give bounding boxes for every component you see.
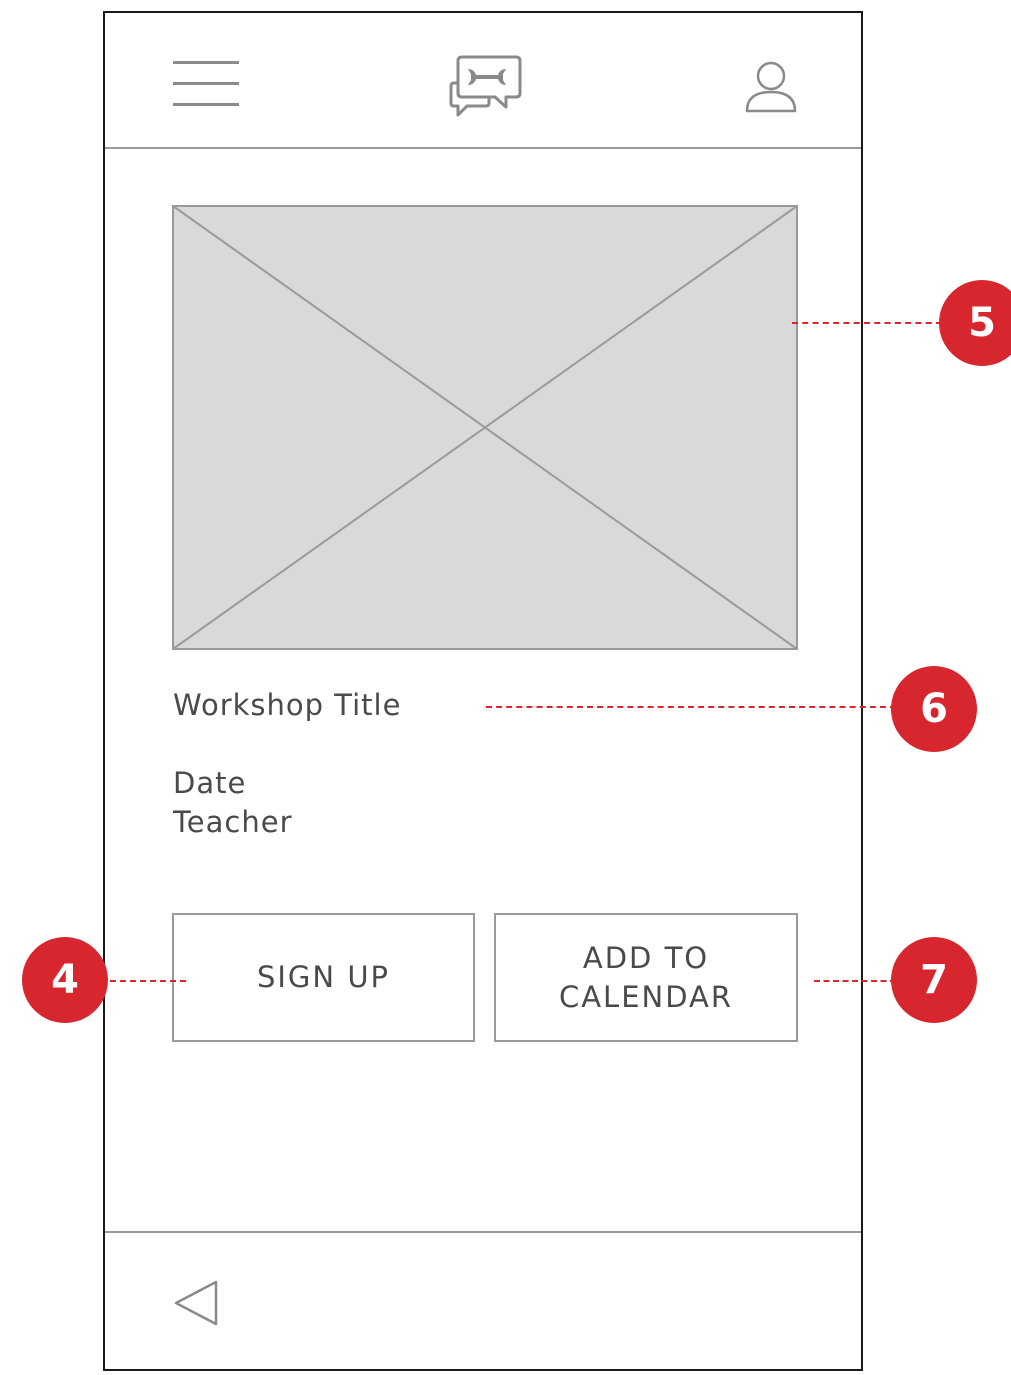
top-app-bar <box>105 13 861 149</box>
annotation-6-badge: 6 <box>891 666 977 752</box>
sign-up-button[interactable]: SIGN UP <box>172 913 475 1042</box>
hamburger-menu-icon[interactable] <box>173 61 239 109</box>
annotation-5-leader-line <box>792 322 942 324</box>
sign-up-button-label: SIGN UP <box>256 960 391 994</box>
user-profile-icon[interactable] <box>745 60 797 114</box>
workshop-teacher: Teacher <box>173 805 293 839</box>
phone-frame: Workshop Title Date Teacher SIGN UP ADD … <box>103 11 863 1371</box>
bottom-navigation-bar <box>105 1231 861 1375</box>
annotation-5-badge: 5 <box>939 280 1011 366</box>
annotation-5-number: 5 <box>968 300 996 346</box>
annotation-4-badge: 4 <box>22 937 108 1023</box>
annotation-6-leader-line <box>486 706 896 708</box>
image-placeholder <box>172 205 798 650</box>
chat-wrench-logo-icon[interactable] <box>448 53 522 119</box>
add-to-calendar-button[interactable]: ADD TO CALENDAR <box>494 913 798 1042</box>
add-to-calendar-button-label: ADD TO CALENDAR <box>558 940 734 1014</box>
back-triangle-icon[interactable] <box>173 1280 219 1326</box>
annotation-7-number: 7 <box>920 957 948 1003</box>
annotation-6-number: 6 <box>920 686 948 732</box>
annotation-7-badge: 7 <box>891 937 977 1023</box>
workshop-title: Workshop Title <box>173 688 402 722</box>
annotation-4-number: 4 <box>51 957 79 1003</box>
annotation-4-leader-line <box>100 980 186 982</box>
annotation-7-leader-line <box>814 980 896 982</box>
workshop-date: Date <box>173 766 247 800</box>
